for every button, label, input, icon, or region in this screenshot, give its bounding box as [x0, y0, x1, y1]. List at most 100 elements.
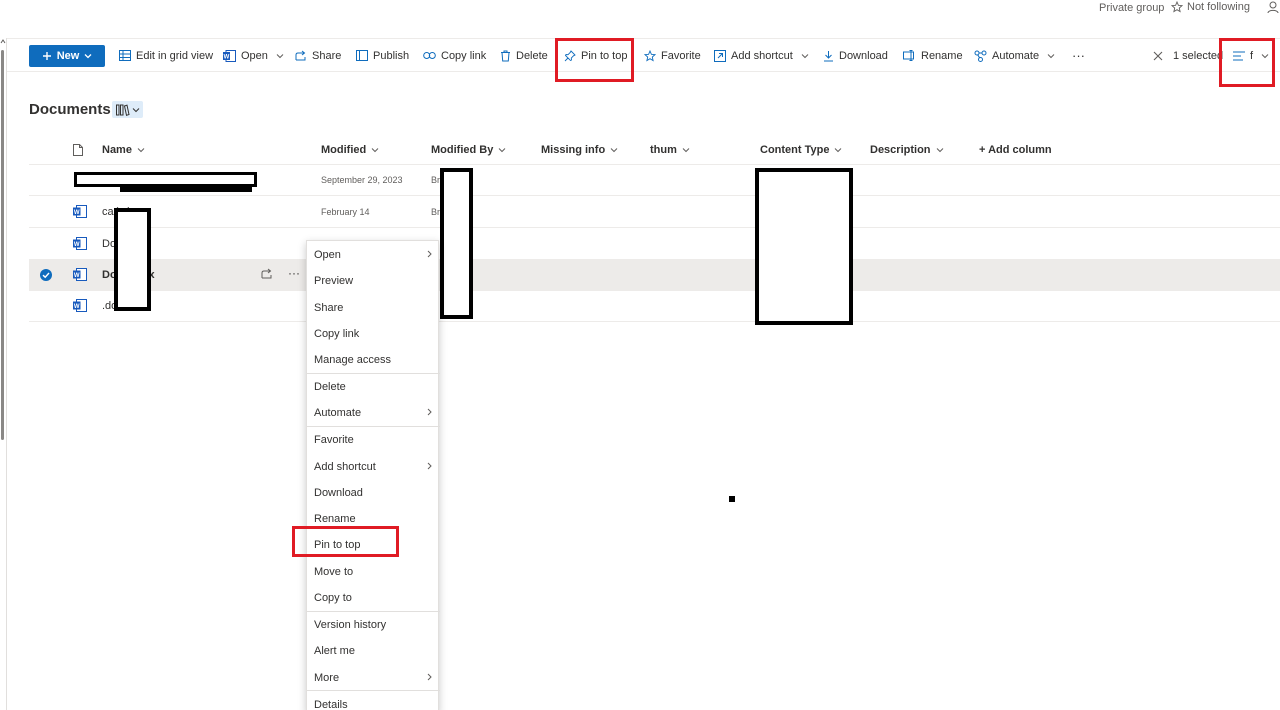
chevron-up-icon[interactable] [0, 38, 6, 46]
open-button[interactable]: W Open [223, 39, 284, 72]
menu-item-details[interactable]: Details [307, 692, 440, 710]
publish-icon [356, 50, 368, 61]
copy-link-button[interactable]: Copy link [423, 39, 486, 72]
chevron-down-icon [137, 147, 145, 153]
menu-label: Download [314, 487, 363, 499]
svg-text:W: W [74, 210, 80, 216]
file-type-column-header[interactable] [73, 136, 83, 163]
table-row[interactable]: W ca ).docx February 14 Br [29, 197, 1280, 228]
download-button[interactable]: Download [823, 39, 888, 72]
automate-label: Automate [992, 49, 1040, 62]
rename-button[interactable]: Rename [903, 39, 963, 72]
redaction-box [120, 186, 252, 192]
view-options-button[interactable]: f [1233, 39, 1269, 72]
menu-item-copy-to[interactable]: Copy to [307, 585, 440, 611]
menu-item-open[interactable]: Open [307, 242, 440, 268]
redaction-box [74, 172, 257, 187]
menu-item-add-shortcut[interactable]: Add shortcut [307, 454, 440, 480]
chevron-down-icon [1047, 53, 1055, 59]
chevron-down-icon [371, 147, 379, 153]
column-header-missing-info[interactable]: Missing info [541, 136, 618, 163]
follow-button[interactable]: Not following [1171, 1, 1250, 13]
pin-to-top-label: Pin to top [581, 49, 628, 62]
menu-item-favorite[interactable]: Favorite [307, 427, 440, 453]
menu-item-share[interactable]: Share [307, 295, 440, 321]
column-label: Name [102, 143, 132, 156]
word-icon: W [73, 237, 87, 250]
menu-label: Delete [314, 381, 346, 393]
library-view-icon [115, 104, 130, 116]
library-view-switcher[interactable] [112, 101, 143, 118]
column-header-thum[interactable]: thum [650, 136, 690, 163]
more-icon: ··· [1072, 48, 1085, 63]
menu-label: More [314, 672, 340, 684]
delete-button[interactable]: Delete [500, 39, 548, 72]
column-header-modified-by[interactable]: Modified By [431, 136, 506, 163]
menu-label: Automate [314, 407, 362, 419]
table-row[interactable]: W Do .docx [29, 229, 1280, 260]
new-label: New [56, 50, 80, 62]
left-scrollbar[interactable] [0, 38, 7, 710]
menu-item-preview[interactable]: Preview [307, 268, 440, 294]
scrollbar-thumb[interactable] [1, 50, 4, 440]
pin-icon [564, 49, 576, 62]
more-commands-button[interactable]: ··· [1072, 39, 1085, 72]
privacy-label: Private group [1099, 2, 1165, 14]
pin-to-top-button[interactable]: Pin to top [564, 39, 627, 72]
menu-label: Share [314, 302, 344, 314]
table-row-selected[interactable]: W Do 1.docx ··· [29, 260, 1280, 291]
plus-icon [42, 51, 52, 61]
menu-item-pin-to-top[interactable]: Pin to top [307, 532, 440, 558]
menu-item-manage-access[interactable]: Manage access [307, 347, 440, 373]
table-row[interactable]: W .docx [29, 291, 1280, 322]
menu-item-download[interactable]: Download [307, 480, 440, 506]
chevron-down-icon [84, 53, 92, 59]
edit-grid-view-label: Edit in grid view [136, 49, 214, 62]
column-label: Modified [321, 143, 367, 156]
clear-selection-button[interactable]: 1 selected [1153, 39, 1223, 72]
menu-label: Alert me [314, 645, 355, 657]
view-label: f [1250, 49, 1254, 62]
menu-item-alert-me[interactable]: Alert me [307, 638, 440, 664]
redaction-box [755, 168, 853, 325]
publish-button[interactable]: Publish [356, 39, 409, 72]
menu-item-rename[interactable]: Rename [307, 506, 440, 532]
column-label: thum [650, 143, 677, 156]
row-more-button[interactable]: ··· [288, 266, 300, 280]
menu-item-move-to[interactable]: Move to [307, 559, 440, 585]
edit-grid-view-button[interactable]: Edit in grid view [119, 39, 213, 72]
menu-item-version-history[interactable]: Version history [307, 612, 440, 638]
new-button[interactable]: New [29, 45, 105, 67]
word-icon: W [73, 299, 87, 312]
selected-count: 1 selected [1173, 49, 1224, 62]
menu-item-automate[interactable]: Automate [307, 400, 440, 426]
column-header-description[interactable]: Description [870, 136, 944, 163]
chevron-down-icon [610, 147, 618, 153]
chevron-down-icon [132, 107, 140, 113]
share-button[interactable]: Share [295, 39, 341, 72]
chevron-down-icon [801, 53, 809, 59]
favorite-button[interactable]: Favorite [644, 39, 701, 72]
menu-item-copy-link[interactable]: Copy link [307, 321, 440, 347]
menu-label: Rename [314, 513, 356, 525]
menu-item-more[interactable]: More [307, 665, 440, 691]
check-circle-icon[interactable] [40, 269, 52, 281]
share-icon[interactable] [261, 268, 273, 279]
modified-by: Br [431, 207, 440, 217]
chevron-right-icon [427, 673, 432, 681]
column-header-name[interactable]: Name [102, 136, 145, 163]
chevron-down-icon [276, 53, 284, 59]
menu-label: Manage access [314, 354, 392, 366]
menu-label: Add shortcut [314, 461, 376, 473]
add-shortcut-button[interactable]: Add shortcut [714, 39, 809, 72]
person-icon[interactable] [1267, 1, 1279, 14]
add-column-button[interactable]: + Add column [979, 136, 1052, 163]
column-label: Missing info [541, 143, 606, 156]
menu-item-delete[interactable]: Delete [307, 374, 440, 400]
column-header-modified[interactable]: Modified [321, 136, 379, 163]
column-label: + Add column [979, 143, 1052, 156]
word-icon: W [223, 49, 236, 62]
automate-button[interactable]: Automate [974, 39, 1055, 72]
column-label: Content Type [760, 143, 830, 156]
column-header-content-type[interactable]: Content Type [760, 136, 842, 163]
